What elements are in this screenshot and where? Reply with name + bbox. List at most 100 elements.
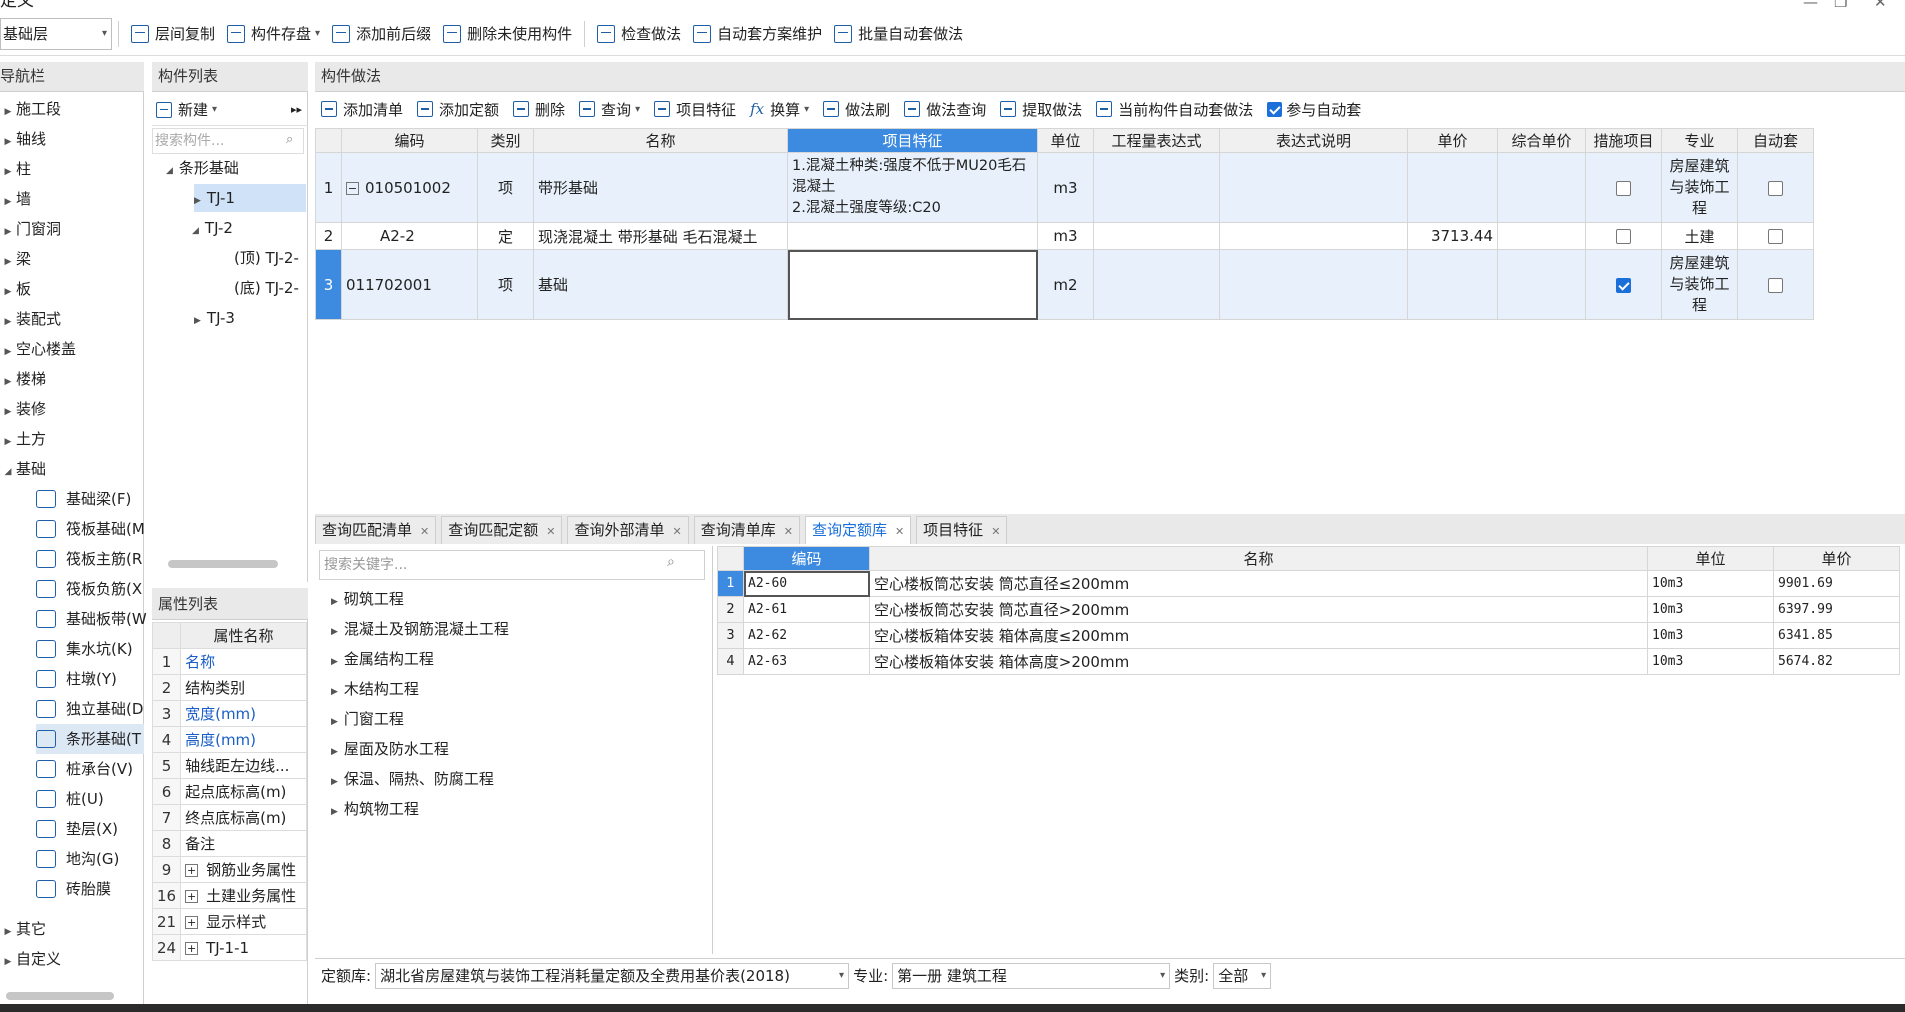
- collapse-minus-icon[interactable]: −: [346, 181, 359, 195]
- participate-auto-checkbox[interactable]: 参与自动套: [1261, 99, 1369, 120]
- column-header[interactable]: 名称: [533, 128, 788, 153]
- expand-icon[interactable]: ▶: [331, 807, 338, 817]
- category-item[interactable]: ▶ 金属结构工程: [331, 644, 434, 674]
- type-cell[interactable]: 项: [477, 152, 534, 223]
- item-feature-button[interactable]: 项目特征: [648, 99, 744, 120]
- nav-sub-item[interactable]: 筏板基础(M: [36, 514, 145, 544]
- tree-node[interactable]: ◢ TJ-2: [192, 214, 233, 242]
- unit-cell[interactable]: m2: [1037, 249, 1094, 320]
- quota-library-select[interactable]: 湖北省房屋建筑与装饰工程消耗量定额及全费用基价表(2018) ▾: [375, 962, 850, 989]
- close-icon[interactable]: ✕: [420, 525, 429, 538]
- expand-plus-icon[interactable]: +: [185, 864, 199, 877]
- property-row[interactable]: 9 + 钢筋业务属性: [151, 856, 307, 883]
- close-icon[interactable]: ✕: [784, 525, 793, 538]
- desc-cell[interactable]: [1219, 222, 1408, 250]
- expand-icon[interactable]: ▶: [0, 277, 16, 307]
- major-select[interactable]: 第一册 建筑工程 ▾: [892, 962, 1171, 989]
- feature-cell-active[interactable]: [787, 249, 1038, 320]
- add-bill-button[interactable]: 添加清单: [315, 99, 411, 120]
- unit-cell[interactable]: m3: [1037, 152, 1094, 223]
- name-cell[interactable]: 带形基础: [533, 152, 788, 223]
- total-price-cell[interactable]: [1497, 152, 1586, 223]
- search-icon[interactable]: ⌕: [667, 554, 675, 570]
- expr-cell[interactable]: [1093, 152, 1220, 223]
- keyword-search-input[interactable]: 搜索关键字...: [319, 550, 705, 580]
- total-price-cell[interactable]: [1497, 222, 1586, 250]
- column-header-selected[interactable]: 编码: [743, 546, 870, 571]
- component-search-input[interactable]: 搜索构件...: [152, 128, 304, 154]
- code-cell[interactable]: A2-2: [341, 222, 478, 250]
- nav-item-foundation[interactable]: ◢ 基础: [0, 454, 46, 484]
- expr-cell[interactable]: [1093, 222, 1220, 250]
- table-row-selected[interactable]: 1 A2-60 空心楼板筒芯安装 筒芯直径≤200mm 10m3 9901.69: [717, 570, 1900, 597]
- feature-cell[interactable]: 1.混凝土种类:强度不低于MU20毛石混凝土 2.混凝土强度等级:C20: [787, 152, 1038, 223]
- major-cell[interactable]: 房屋建筑与装饰工程: [1661, 249, 1738, 320]
- nav-item[interactable]: ▶ 土方: [0, 424, 46, 454]
- price-cell[interactable]: 3713.44: [1407, 222, 1498, 250]
- chevron-down-icon[interactable]: ▾: [212, 104, 217, 115]
- property-row[interactable]: 4 高度(mm): [151, 726, 307, 753]
- nav-item[interactable]: ▶ 板: [0, 274, 31, 304]
- expand-icon[interactable]: ▶: [194, 316, 201, 326]
- tree-node-root[interactable]: ◢ 条形基础: [166, 154, 239, 182]
- column-header[interactable]: 工程量表达式: [1093, 128, 1220, 153]
- minimize-icon[interactable]: —: [1803, 0, 1818, 10]
- column-header[interactable]: 措施项目: [1585, 128, 1662, 153]
- expand-icon[interactable]: ▶: [331, 627, 338, 637]
- column-header[interactable]: 名称: [869, 546, 1648, 571]
- column-header-selected[interactable]: 项目特征: [787, 128, 1038, 153]
- code-cell[interactable]: A2-61: [743, 596, 870, 623]
- nav-sub-item[interactable]: 集水坑(K): [36, 634, 133, 664]
- extract-method-button[interactable]: 提取做法: [994, 99, 1090, 120]
- close-icon[interactable]: ✕: [895, 525, 904, 538]
- measure-cell[interactable]: [1585, 152, 1662, 223]
- column-header[interactable]: 编码: [341, 128, 478, 153]
- property-row[interactable]: 8 备注: [151, 830, 307, 857]
- type-cell[interactable]: 定: [477, 222, 534, 250]
- expand-plus-icon[interactable]: +: [185, 890, 199, 903]
- nav-item[interactable]: ▶ 柱: [0, 154, 31, 184]
- table-row[interactable]: 2 A2-2 定 现浇混凝土 带形基础 毛石混凝土 m3 3713.44 土建: [315, 222, 1814, 250]
- expand-icon[interactable]: ▶: [0, 157, 16, 187]
- collapse-icon[interactable]: ◢: [192, 226, 199, 236]
- property-row[interactable]: 3 宽度(mm): [151, 700, 307, 727]
- expand-icon[interactable]: ▶: [331, 597, 338, 607]
- search-icon[interactable]: ⌕: [286, 132, 293, 147]
- tab-bill-library[interactable]: 查询清单库 ✕: [693, 516, 800, 544]
- name-cell[interactable]: 空心楼板箱体安装 箱体高度>200mm: [869, 648, 1648, 675]
- nav-item[interactable]: ▶ 其它: [0, 914, 46, 944]
- tree-node[interactable]: (顶) TJ-2-: [234, 244, 306, 272]
- add-quota-button[interactable]: 添加定额: [411, 99, 507, 120]
- table-row[interactable]: 1 −010501002 项 带形基础 1.混凝土种类:强度不低于MU20毛石混…: [315, 152, 1814, 223]
- close-icon[interactable]: ✕: [991, 525, 1000, 538]
- column-header[interactable]: 单位: [1037, 128, 1094, 153]
- total-price-cell[interactable]: [1497, 249, 1586, 320]
- nav-item[interactable]: ▶ 轴线: [0, 124, 46, 154]
- checkbox-unchecked[interactable]: [1616, 229, 1631, 244]
- name-cell[interactable]: 现浇混凝土 带形基础 毛石混凝土: [533, 222, 788, 250]
- column-header[interactable]: 综合单价: [1497, 128, 1586, 153]
- collapse-icon[interactable]: ◢: [0, 457, 16, 487]
- nav-item[interactable]: ▶ 墙: [0, 184, 31, 214]
- expr-cell[interactable]: [1093, 249, 1220, 320]
- nav-item[interactable]: ▶ 装修: [0, 394, 46, 424]
- tree-node[interactable]: ▶ TJ-3: [194, 304, 235, 332]
- component-scrollbar[interactable]: [168, 560, 278, 568]
- code-cell[interactable]: A2-60: [743, 570, 870, 597]
- nav-sub-item[interactable]: 基础梁(F): [36, 484, 131, 514]
- expand-icon[interactable]: ▶: [0, 397, 16, 427]
- checkbox-checked[interactable]: [1267, 101, 1283, 117]
- column-header[interactable]: 单价: [1773, 546, 1900, 571]
- code-cell[interactable]: 011702001: [341, 249, 478, 320]
- table-row-selected[interactable]: 3 011702001 项 基础 m2 房屋建筑与装饰工程: [315, 249, 1814, 320]
- expand-icon[interactable]: ▶: [331, 687, 338, 697]
- table-row[interactable]: 4 A2-63 空心楼板箱体安装 箱体高度>200mm 10m3 5674.82: [717, 648, 1900, 675]
- category-item[interactable]: ▶ 木结构工程: [331, 674, 419, 704]
- expand-plus-icon[interactable]: +: [185, 941, 199, 955]
- unit-cell[interactable]: 10m3: [1647, 570, 1774, 597]
- nav-item[interactable]: ▶ 施工段: [0, 94, 61, 124]
- auto-cell[interactable]: [1737, 222, 1814, 250]
- property-row[interactable]: 2 结构类别: [151, 674, 307, 701]
- delete-unused-button[interactable]: 删除未使用构件: [437, 18, 578, 50]
- category-item[interactable]: ▶ 门窗工程: [331, 704, 404, 734]
